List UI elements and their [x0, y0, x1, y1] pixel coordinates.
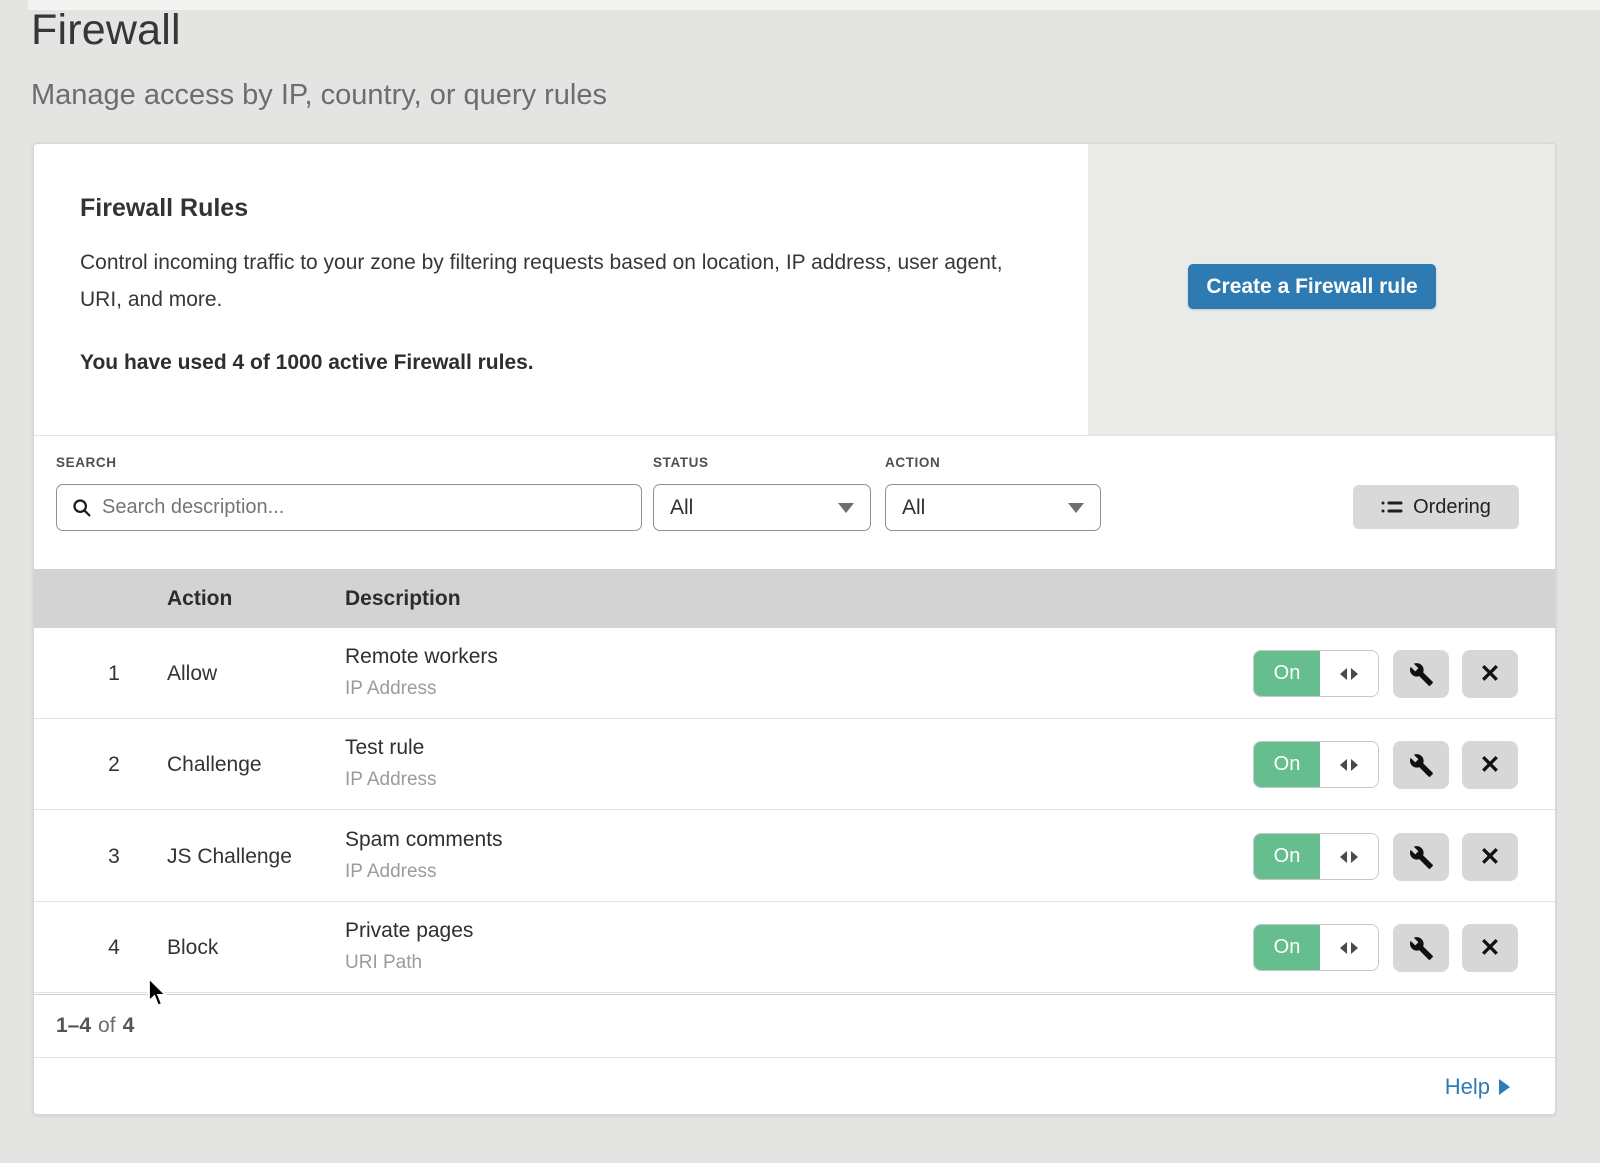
search-label: SEARCH [56, 455, 117, 470]
arrow-right-icon [1351, 759, 1358, 771]
rule-status-toggle[interactable]: On [1253, 833, 1379, 880]
help-link[interactable]: Help [1445, 1074, 1510, 1100]
wrench-icon [1409, 845, 1434, 870]
wrench-icon [1409, 936, 1434, 961]
table-row: 1 Allow Remote workers IP Address On ✕ [34, 628, 1555, 719]
table-header: Action Description [34, 569, 1555, 628]
intro-description: Control incoming traffic to your zone by… [80, 244, 1030, 318]
delete-rule-button[interactable]: ✕ [1462, 741, 1518, 789]
chevron-down-icon [838, 503, 854, 513]
intro-section: Create a Firewall rule Firewall Rules Co… [34, 144, 1555, 436]
rule-description: Spam comments [345, 828, 503, 852]
wrench-icon [1409, 753, 1434, 778]
action-select-value: All [902, 496, 925, 520]
edit-rule-button[interactable] [1393, 833, 1449, 881]
intro-heading: Firewall Rules [80, 194, 248, 223]
delete-rule-button[interactable]: ✕ [1462, 650, 1518, 698]
rule-field: IP Address [345, 678, 437, 700]
table-row: 2 Challenge Test rule IP Address On ✕ [34, 719, 1555, 810]
rule-status-toggle[interactable]: On [1253, 741, 1379, 788]
delete-rule-button[interactable]: ✕ [1462, 833, 1518, 881]
rule-priority: 4 [94, 902, 134, 993]
pagination-total: 4 [123, 1014, 135, 1038]
rule-action: Allow [167, 628, 217, 719]
rule-priority: 1 [94, 628, 134, 719]
pagination: 1–4 of 4 [34, 994, 1555, 1057]
toggle-handle[interactable] [1320, 742, 1378, 787]
close-icon: ✕ [1480, 662, 1501, 687]
ordering-button[interactable]: Ordering [1353, 485, 1519, 529]
page-title: Firewall [31, 6, 181, 55]
status-select[interactable]: All [653, 484, 871, 531]
pagination-range: 1–4 [56, 1014, 91, 1038]
ordering-list-icon [1381, 498, 1403, 516]
toggle-handle[interactable] [1320, 925, 1378, 970]
rule-description: Private pages [345, 919, 473, 943]
ordering-button-label: Ordering [1413, 496, 1491, 519]
chevron-down-icon [1068, 503, 1084, 513]
status-label: STATUS [653, 455, 709, 470]
action-label: ACTION [885, 455, 940, 470]
edit-rule-button[interactable] [1393, 924, 1449, 972]
rule-action: Block [167, 902, 218, 993]
edit-rule-button[interactable] [1393, 650, 1449, 698]
delete-rule-button[interactable]: ✕ [1462, 924, 1518, 972]
search-box[interactable] [56, 484, 642, 531]
intro-usage-count: You have used 4 of 1000 active Firewall … [80, 351, 534, 375]
rule-description: Remote workers [345, 645, 498, 669]
arrow-right-icon [1499, 1079, 1510, 1095]
table-row: 3 JS Challenge Spam comments IP Address … [34, 811, 1555, 902]
firewall-page: Firewall Manage access by IP, country, o… [0, 0, 1600, 1163]
column-header-action: Action [167, 569, 232, 628]
help-bar: Help [34, 1057, 1555, 1115]
toggle-handle[interactable] [1320, 651, 1378, 696]
table-row: 4 Block Private pages URI Path On ✕ [34, 902, 1555, 993]
close-icon: ✕ [1480, 753, 1501, 778]
search-input[interactable] [102, 496, 627, 519]
close-icon: ✕ [1480, 936, 1501, 961]
search-icon [71, 497, 92, 518]
create-firewall-rule-button[interactable]: Create a Firewall rule [1188, 264, 1436, 309]
top-strip [28, 0, 1600, 10]
rule-description: Test rule [345, 736, 424, 760]
rule-action: JS Challenge [167, 811, 292, 902]
status-select-value: All [670, 496, 693, 520]
arrow-right-icon [1351, 668, 1358, 680]
arrow-left-icon [1340, 851, 1347, 863]
page-subtitle: Manage access by IP, country, or query r… [31, 79, 607, 112]
toggle-on-label: On [1254, 742, 1320, 787]
close-icon: ✕ [1480, 845, 1501, 870]
toggle-handle[interactable] [1320, 834, 1378, 879]
rule-field: IP Address [345, 861, 437, 883]
rule-action: Challenge [167, 719, 262, 810]
arrow-right-icon [1351, 851, 1358, 863]
rule-priority: 2 [94, 719, 134, 810]
help-link-label: Help [1445, 1074, 1490, 1100]
edit-rule-button[interactable] [1393, 741, 1449, 789]
toggle-on-label: On [1254, 651, 1320, 696]
intro-right-panel: Create a Firewall rule [1088, 144, 1555, 435]
rule-field: URI Path [345, 952, 422, 974]
filter-section: SEARCH STATUS All ACTION All [34, 436, 1555, 569]
rule-priority: 3 [94, 811, 134, 902]
firewall-rules-card: Create a Firewall rule Firewall Rules Co… [33, 143, 1556, 1115]
toggle-on-label: On [1254, 925, 1320, 970]
arrow-left-icon [1340, 942, 1347, 954]
arrow-left-icon [1340, 759, 1347, 771]
action-select[interactable]: All [885, 484, 1101, 531]
column-header-description: Description [345, 569, 461, 628]
arrow-left-icon [1340, 668, 1347, 680]
toggle-on-label: On [1254, 834, 1320, 879]
pagination-of: of [98, 1014, 116, 1038]
wrench-icon [1409, 662, 1434, 687]
rule-status-toggle[interactable]: On [1253, 650, 1379, 697]
arrow-right-icon [1351, 942, 1358, 954]
rule-status-toggle[interactable]: On [1253, 924, 1379, 971]
rule-field: IP Address [345, 769, 437, 791]
